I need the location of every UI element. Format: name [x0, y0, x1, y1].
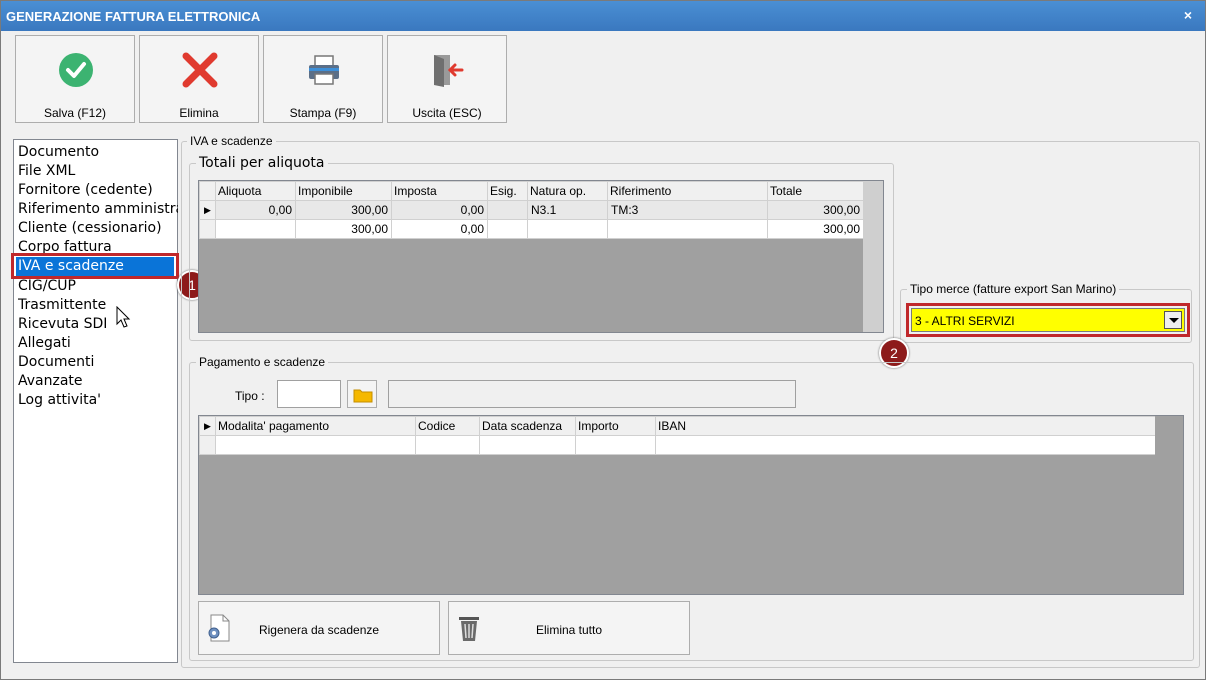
- cell[interactable]: [487, 219, 528, 239]
- col-codice[interactable]: Codice: [415, 416, 480, 436]
- cell[interactable]: 300,00: [295, 219, 392, 239]
- exit-button[interactable]: Uscita (ESC): [387, 35, 507, 123]
- row-pointer-icon: ▶: [199, 416, 216, 436]
- cell[interactable]: [479, 435, 576, 455]
- nav-item-cig-cup[interactable]: CIG/CUP: [18, 277, 178, 296]
- totali-title: Totali per aliquota: [196, 155, 328, 171]
- regenerate-button[interactable]: Rigenera da scadenze: [198, 601, 440, 655]
- tipo-merce-title: Tipo merce (fatture export San Marino): [907, 282, 1120, 296]
- nav-item-allegati[interactable]: Allegati: [18, 334, 178, 353]
- red-x-icon: [182, 52, 218, 88]
- cell[interactable]: [607, 219, 768, 239]
- row-pointer-icon: ▶: [199, 200, 216, 220]
- col-importo[interactable]: Importo: [575, 416, 656, 436]
- tipo-input[interactable]: [277, 380, 341, 408]
- nav-item-cliente[interactable]: Cliente (cessionario): [18, 219, 178, 238]
- save-button[interactable]: Salva (F12): [15, 35, 135, 123]
- col-imposta[interactable]: Imposta: [391, 181, 488, 201]
- chevron-down-icon[interactable]: [1164, 311, 1182, 329]
- scadenze-table: ▶ Modalita' pagamento Codice Data scaden…: [199, 416, 1156, 455]
- tipo-label: Tipo :: [235, 389, 265, 403]
- nav-item-log-attivita[interactable]: Log attivita': [18, 391, 178, 410]
- table-row[interactable]: 300,00 0,00 300,00: [199, 219, 864, 239]
- col-aliquota[interactable]: Aliquota: [215, 181, 296, 201]
- nav-item-documento[interactable]: Documento: [18, 143, 178, 162]
- delete-button[interactable]: Elimina: [139, 35, 259, 123]
- cell[interactable]: 300,00: [295, 200, 392, 220]
- cell[interactable]: 0,00: [215, 200, 296, 220]
- folder-icon: [353, 389, 373, 403]
- grid-scrollbar[interactable]: [863, 181, 883, 332]
- printer-icon: [309, 55, 339, 85]
- col-natura[interactable]: Natura op.: [527, 181, 608, 201]
- col-totale[interactable]: Totale: [767, 181, 864, 201]
- cell[interactable]: [527, 219, 608, 239]
- col-esig[interactable]: Esig.: [487, 181, 528, 201]
- cell[interactable]: TM:3: [607, 200, 768, 220]
- nav-item-fornitore[interactable]: Fornitore (cedente): [18, 181, 178, 200]
- col-imponibile[interactable]: Imponibile: [295, 181, 392, 201]
- nav-item-ricevuta-sdi[interactable]: Ricevuta SDI: [18, 315, 178, 334]
- highlight-box-nav: [11, 253, 179, 279]
- delete-all-button[interactable]: Elimina tutto: [448, 601, 690, 655]
- cell[interactable]: 300,00: [767, 219, 864, 239]
- nav-item-documenti[interactable]: Documenti: [18, 353, 178, 372]
- cell[interactable]: 0,00: [391, 219, 488, 239]
- cell[interactable]: [487, 200, 528, 220]
- cell[interactable]: [575, 435, 656, 455]
- pagamento-title: Pagamento e scadenze: [196, 355, 329, 369]
- totali-table: Aliquota Imponibile Imposta Esig. Natura…: [199, 181, 864, 239]
- exit-door-icon: [434, 55, 464, 87]
- col-data-scadenza[interactable]: Data scadenza: [479, 416, 576, 436]
- table-row[interactable]: ▶ 0,00 300,00 0,00 N3.1 TM:3 300,00: [199, 200, 864, 220]
- folder-button[interactable]: [347, 380, 377, 408]
- tipo-merce-value: 3 - ALTRI SERVIZI: [915, 314, 1015, 328]
- grid-scrollbar[interactable]: [1155, 416, 1183, 594]
- exit-label: Uscita (ESC): [412, 106, 482, 120]
- nav-item-trasmittente[interactable]: Trasmittente: [18, 296, 178, 315]
- scadenze-grid[interactable]: ▶ Modalita' pagamento Codice Data scaden…: [198, 415, 1184, 595]
- print-button[interactable]: Stampa (F9): [263, 35, 383, 123]
- table-row[interactable]: [199, 435, 1156, 455]
- col-riferimento[interactable]: Riferimento: [607, 181, 768, 201]
- tipo-description-field: [388, 380, 796, 408]
- tipo-merce-select[interactable]: 3 - ALTRI SERVIZI: [911, 308, 1185, 332]
- cell[interactable]: 0,00: [391, 200, 488, 220]
- col-iban[interactable]: IBAN: [655, 416, 1156, 436]
- cell[interactable]: [415, 435, 480, 455]
- cell[interactable]: [215, 435, 416, 455]
- title-bar: GENERAZIONE FATTURA ELETTRONICA ×: [1, 1, 1205, 31]
- cell[interactable]: 300,00: [767, 200, 864, 220]
- check-circle-icon: [59, 53, 93, 87]
- invoice-window: GENERAZIONE FATTURA ELETTRONICA × Salva …: [0, 0, 1206, 680]
- window-title: GENERAZIONE FATTURA ELETTRONICA: [6, 9, 261, 24]
- cell[interactable]: [655, 435, 1156, 455]
- totali-grid[interactable]: Aliquota Imponibile Imposta Esig. Natura…: [198, 180, 884, 333]
- save-label: Salva (F12): [43, 106, 107, 120]
- close-icon[interactable]: ×: [1181, 7, 1195, 23]
- regenerate-label: Rigenera da scadenze: [258, 623, 380, 637]
- cell[interactable]: [215, 219, 296, 239]
- nav-item-file-xml[interactable]: File XML: [18, 162, 178, 181]
- nav-item-riferimento[interactable]: Riferimento amministrativo: [18, 200, 178, 219]
- section-list: Documento File XML Fornitore (cedente) R…: [13, 139, 178, 663]
- iva-scadenze-title: IVA e scadenze: [187, 134, 276, 148]
- col-modalita[interactable]: Modalita' pagamento: [215, 416, 416, 436]
- delete-label: Elimina: [179, 106, 219, 120]
- mouse-cursor-icon: [116, 306, 131, 328]
- print-label: Stampa (F9): [289, 106, 357, 120]
- cell[interactable]: N3.1: [527, 200, 608, 220]
- nav-item-avanzate[interactable]: Avanzate: [18, 372, 178, 391]
- delete-all-label: Elimina tutto: [535, 623, 603, 637]
